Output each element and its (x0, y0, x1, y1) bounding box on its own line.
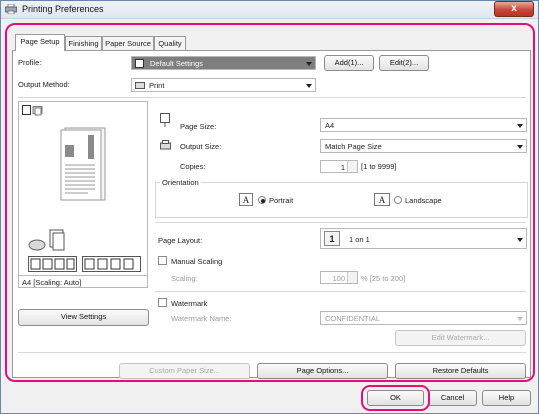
help-button[interactable]: Help (482, 390, 531, 406)
close-icon: x (511, 3, 517, 14)
tab-page-setup[interactable]: Page Setup (15, 34, 65, 51)
highlight-ok-button (361, 385, 430, 411)
printer-icon (5, 3, 17, 15)
cancel-button[interactable]: Cancel (428, 390, 477, 406)
highlight-tab-area (5, 23, 535, 382)
close-button[interactable]: x (494, 1, 534, 17)
window-title: Printing Preferences (22, 4, 104, 14)
